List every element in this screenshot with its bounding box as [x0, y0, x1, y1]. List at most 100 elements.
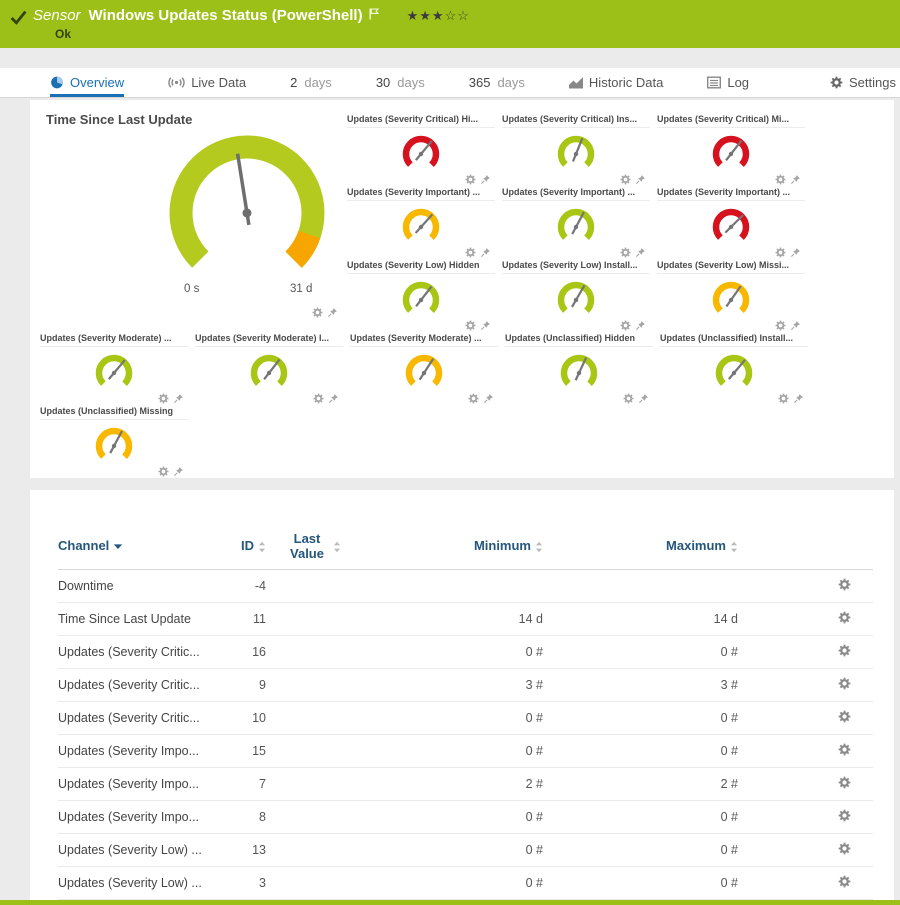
gear-icon[interactable]: [775, 320, 786, 331]
channel-settings-gear-icon[interactable]: [838, 842, 851, 855]
tab-label-number: 30: [376, 75, 390, 90]
gear-icon[interactable]: [312, 307, 323, 318]
pin-icon[interactable]: [483, 393, 494, 404]
tab-settings[interactable]: Settings: [830, 68, 896, 97]
gear-icon[interactable]: [158, 393, 169, 404]
tab-overview[interactable]: Overview: [50, 68, 124, 97]
column-header-maximum[interactable]: Maximum: [543, 539, 738, 554]
tab-historic-data[interactable]: Historic Data: [569, 68, 663, 97]
gear-icon[interactable]: [465, 247, 476, 258]
header-content: Sensor Windows Updates Status (PowerShel…: [33, 7, 470, 41]
channel-id: 7: [208, 777, 266, 791]
gauge-dial[interactable]: [547, 349, 611, 395]
gear-icon[interactable]: [465, 174, 476, 185]
channel-name[interactable]: Updates (Severity Low) ...: [58, 876, 208, 890]
gauge-dial[interactable]: [544, 130, 608, 176]
pin-icon[interactable]: [480, 174, 491, 185]
tab-30-days[interactable]: 30 days: [376, 68, 425, 97]
tab-label-unit: days: [497, 75, 524, 90]
pin-icon[interactable]: [480, 320, 491, 331]
pin-icon[interactable]: [635, 174, 646, 185]
priority-stars[interactable]: ★★★☆☆: [407, 8, 470, 24]
tab-bar: Overview Live Data 2 days 30 days 365 da…: [0, 68, 900, 98]
channel-name[interactable]: Updates (Severity Low) ...: [58, 843, 208, 857]
pin-icon[interactable]: [635, 320, 646, 331]
channel-name[interactable]: Updates (Severity Critic...: [58, 645, 208, 659]
gauge-dial[interactable]: [702, 349, 766, 395]
channel-name[interactable]: Updates (Severity Impo...: [58, 744, 208, 758]
gauge-dial[interactable]: [82, 422, 146, 468]
column-header-minimum[interactable]: Minimum: [360, 539, 543, 554]
gauge-dial[interactable]: [699, 203, 763, 249]
gear-icon[interactable]: [158, 466, 169, 477]
flag-icon[interactable]: [369, 8, 379, 20]
gauge-dial[interactable]: [389, 203, 453, 249]
pin-icon[interactable]: [173, 466, 184, 477]
status-check-icon: [10, 10, 27, 25]
channel-settings-gear-icon[interactable]: [838, 875, 851, 888]
caret-down-icon: [113, 543, 123, 550]
channel-settings-gear-icon[interactable]: [838, 743, 851, 756]
channel-settings-gear-icon[interactable]: [838, 809, 851, 822]
channel-name[interactable]: Time Since Last Update: [58, 612, 208, 626]
channel-settings-gear-icon[interactable]: [838, 611, 851, 624]
channel-name[interactable]: Updates (Severity Impo...: [58, 777, 208, 791]
column-header-id[interactable]: ID: [208, 539, 266, 554]
pin-icon[interactable]: [480, 247, 491, 258]
channel-settings-gear-icon[interactable]: [838, 644, 851, 657]
channel-settings-gear-icon[interactable]: [838, 776, 851, 789]
tab-log[interactable]: Log: [707, 68, 749, 97]
channel-name[interactable]: Updates (Severity Critic...: [58, 711, 208, 725]
gear-icon[interactable]: [620, 247, 631, 258]
pin-icon[interactable]: [327, 307, 338, 318]
pin-icon[interactable]: [638, 393, 649, 404]
pin-icon[interactable]: [790, 247, 801, 258]
gauge-dial[interactable]: [389, 130, 453, 176]
gear-icon[interactable]: [778, 393, 789, 404]
gear-icon[interactable]: [465, 320, 476, 331]
gauge-dial[interactable]: [389, 276, 453, 322]
channel-settings-gear-icon[interactable]: [838, 710, 851, 723]
column-header-channel[interactable]: Channel: [58, 539, 208, 554]
gear-icon[interactable]: [313, 393, 324, 404]
tab-365-days[interactable]: 365 days: [469, 68, 525, 97]
gauge-dial[interactable]: [82, 349, 146, 395]
channel-settings-gear-icon[interactable]: [838, 578, 851, 591]
channel-maximum: 0 #: [543, 843, 738, 857]
gear-icon[interactable]: [620, 320, 631, 331]
channel-name[interactable]: Downtime: [58, 579, 208, 593]
gauge-cell: Updates (Severity Moderate) ...: [350, 332, 498, 404]
gauge-dial[interactable]: [699, 130, 763, 176]
pin-icon[interactable]: [790, 320, 801, 331]
pin-icon[interactable]: [635, 247, 646, 258]
channel-name[interactable]: Updates (Severity Critic...: [58, 678, 208, 692]
tab-2-days[interactable]: 2 days: [290, 68, 332, 97]
column-header-last-value[interactable]: Last Value: [266, 532, 360, 562]
pin-icon[interactable]: [173, 393, 184, 404]
gauge-dial[interactable]: [392, 349, 456, 395]
gauge-dial[interactable]: [544, 276, 608, 322]
tab-live-data[interactable]: Live Data: [168, 68, 246, 97]
gauge-dial[interactable]: [699, 276, 763, 322]
gear-icon[interactable]: [620, 174, 631, 185]
gauge-title: Updates (Severity Important) ...: [657, 186, 805, 201]
main-gauge[interactable]: 0 s 31 d: [132, 125, 362, 325]
pin-icon[interactable]: [793, 393, 804, 404]
gear-icon[interactable]: [623, 393, 634, 404]
gauge-max-label: 31 d: [290, 283, 312, 295]
channel-maximum: 0 #: [543, 810, 738, 824]
gear-icon[interactable]: [775, 247, 786, 258]
gear-icon[interactable]: [775, 174, 786, 185]
channel-id: 9: [208, 678, 266, 692]
pin-icon[interactable]: [328, 393, 339, 404]
pin-icon[interactable]: [790, 174, 801, 185]
area-chart-icon: [569, 76, 583, 89]
channel-minimum: 0 #: [360, 876, 543, 890]
main-gauge-dial: [132, 125, 362, 295]
channel-settings-gear-icon[interactable]: [838, 677, 851, 690]
gauge-dial[interactable]: [237, 349, 301, 395]
gauge-dial[interactable]: [544, 203, 608, 249]
gear-icon[interactable]: [468, 393, 479, 404]
channel-id: 15: [208, 744, 266, 758]
channel-name[interactable]: Updates (Severity Impo...: [58, 810, 208, 824]
